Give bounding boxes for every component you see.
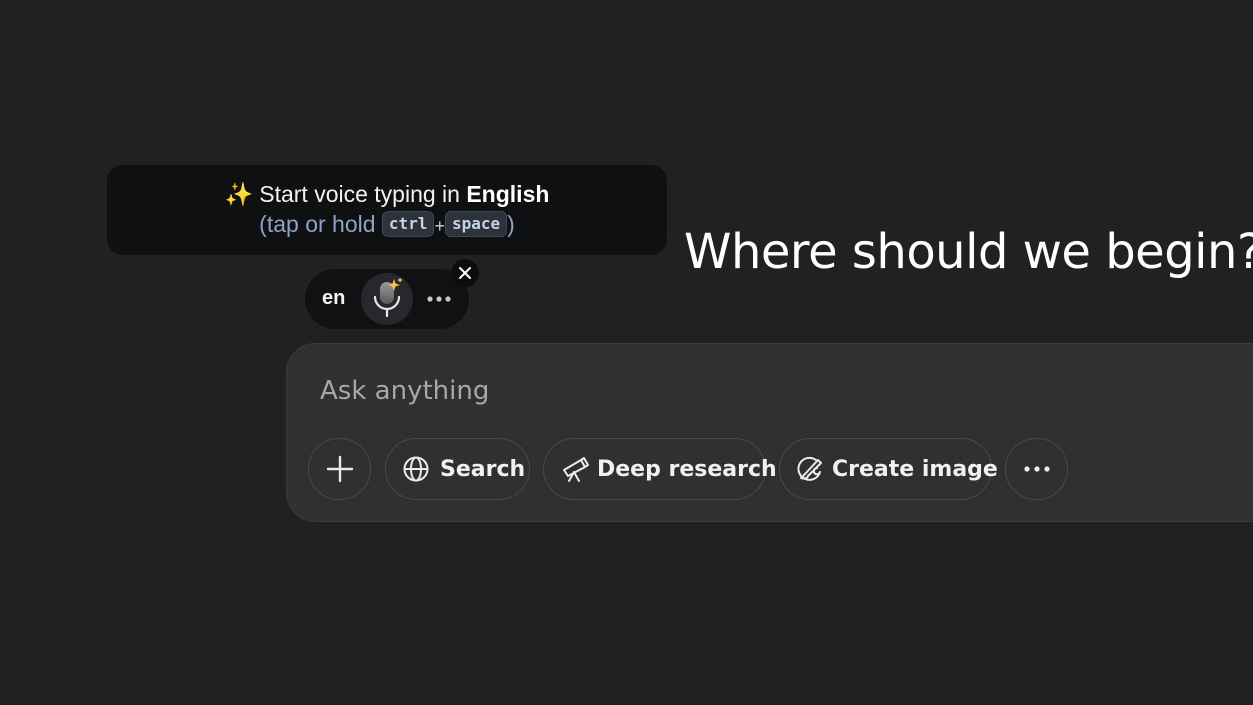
prompt-input[interactable] xyxy=(320,376,920,406)
close-voice-widget-button[interactable] xyxy=(451,259,479,287)
voice-typing-widget: en xyxy=(305,269,469,329)
more-horizontal-icon xyxy=(427,296,451,302)
deep-research-label: Deep research xyxy=(597,456,777,482)
voice-more-options-button[interactable] xyxy=(425,289,455,309)
microphone-icon xyxy=(373,277,403,318)
more-horizontal-icon xyxy=(1023,466,1050,472)
kbd-plus: + xyxy=(434,216,445,236)
voice-typing-mic-button[interactable] xyxy=(361,273,413,325)
voice-tip-line2: (tap or hold ctrl + space) xyxy=(107,209,667,241)
create-image-label: Create image xyxy=(832,456,998,482)
voice-tip-language: English xyxy=(466,181,550,207)
search-tool-button[interactable]: Search xyxy=(385,438,530,500)
deep-research-button[interactable]: Deep research xyxy=(543,438,777,500)
voice-typing-tooltip: ✨ Start voice typing in English (tap or h… xyxy=(107,165,667,255)
more-tools-button[interactable] xyxy=(1005,438,1068,500)
prompt-composer: Search Deep research Crea xyxy=(286,343,1253,522)
plus-icon xyxy=(326,455,353,483)
search-tool-label: Search xyxy=(440,456,526,482)
telescope-icon xyxy=(563,457,589,482)
language-selector[interactable]: en xyxy=(322,287,345,310)
page-title: Where should we begin? xyxy=(684,224,1253,280)
app-window: ✨ Start voice typing in English (tap or h… xyxy=(0,0,1253,705)
sparkle-icon: ✨ xyxy=(224,181,254,207)
voice-tip-hint-close: ) xyxy=(507,211,515,237)
create-image-button[interactable]: Create image xyxy=(779,438,998,500)
kbd-space: space xyxy=(444,210,508,237)
voice-tip-hint-open: (tap or hold xyxy=(259,211,382,237)
add-attachment-button[interactable] xyxy=(308,438,371,500)
globe-icon xyxy=(403,456,429,482)
kbd-ctrl: ctrl xyxy=(381,210,435,237)
voice-tip-text: Start voice typing in xyxy=(259,181,467,207)
paint-brush-icon xyxy=(797,456,822,481)
close-icon xyxy=(459,267,471,279)
voice-tip-line1: ✨ Start voice typing in English xyxy=(107,179,667,209)
